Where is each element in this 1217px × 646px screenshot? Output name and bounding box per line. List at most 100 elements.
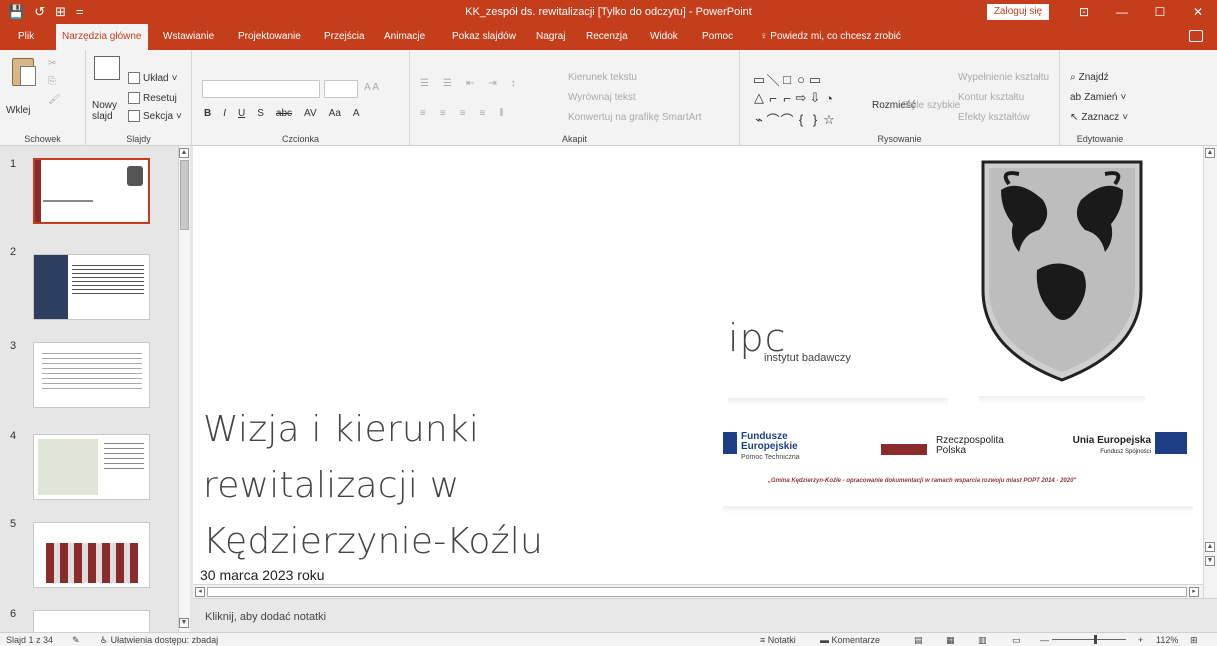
zoom-out-button[interactable]: — bbox=[1040, 634, 1049, 646]
cut-icon[interactable]: ✂ bbox=[48, 58, 56, 69]
scroll-down-arrow[interactable]: ▼ bbox=[179, 618, 189, 628]
tab-help[interactable]: Pomoc bbox=[696, 24, 739, 50]
fit-to-window-icon[interactable]: ⊞ bbox=[1190, 634, 1198, 646]
zoom-level[interactable]: 112% bbox=[1156, 634, 1178, 646]
scroll-up-arrow[interactable]: ▲ bbox=[179, 148, 189, 158]
slides-group-label: Slajdy bbox=[126, 134, 151, 144]
columns-icon[interactable]: ⫴ bbox=[499, 108, 503, 119]
star-icon bbox=[723, 432, 737, 454]
notes-pane[interactable]: Kliknij, aby dodać notatki bbox=[193, 598, 1217, 632]
slide-thumbnail-1[interactable] bbox=[33, 158, 150, 224]
comments-toggle[interactable]: ▬ Komentarze bbox=[820, 634, 880, 646]
numbering-icon[interactable]: ☰ bbox=[443, 78, 452, 89]
slide-thumbnail-2[interactable] bbox=[33, 254, 150, 320]
ribbon-display-icon[interactable]: ⊡ bbox=[1065, 0, 1103, 24]
tab-slideshow[interactable]: Pokaz slajdów bbox=[446, 24, 522, 50]
shape-fill-button[interactable]: Wypełnienie kształtu bbox=[958, 72, 1049, 83]
zoom-slider-knob[interactable] bbox=[1094, 635, 1097, 644]
next-slide-arrow[interactable]: ▼ bbox=[1205, 556, 1215, 566]
close-icon[interactable]: ✕ bbox=[1179, 0, 1217, 24]
slide-title[interactable]: Wizja i kierunki rewitalizacji w Kędzier… bbox=[203, 402, 543, 570]
shape-outline-button[interactable]: Kontur kształtu bbox=[958, 92, 1024, 103]
accessibility-button[interactable]: ♿ Ułatwienia dostępu: zbadaj bbox=[100, 634, 218, 646]
shapes-gallery-row3[interactable]: ⌁ ⌒ ⌒{} ☆ bbox=[752, 110, 836, 129]
select-button[interactable]: ↖ Zaznacz ˅ bbox=[1070, 112, 1128, 123]
italic-button[interactable]: I bbox=[223, 108, 226, 119]
text-direction-button[interactable]: Kierunek tekstu bbox=[568, 72, 637, 83]
change-case-button[interactable]: Aa bbox=[329, 108, 341, 119]
tab-transitions[interactable]: Przejścia bbox=[318, 24, 371, 50]
align-right-icon[interactable]: ≡ bbox=[460, 108, 466, 119]
tab-home[interactable]: Narzędzia główne bbox=[56, 24, 148, 50]
line-spacing-icon[interactable]: ↕ bbox=[511, 78, 516, 89]
reset-button[interactable]: Resetuj bbox=[128, 92, 177, 104]
format-painter-icon[interactable]: 🖌 bbox=[48, 94, 61, 105]
notes-toggle[interactable]: ≡ Notatki bbox=[760, 634, 796, 646]
slide-date[interactable]: 30 marca 2023 roku bbox=[200, 567, 325, 583]
section-button[interactable]: Sekcja ˅ bbox=[128, 110, 182, 122]
layout-button[interactable]: Układ ˅ bbox=[128, 72, 177, 84]
slide-sorter-icon[interactable]: ▦ bbox=[946, 634, 955, 646]
zoom-slider-track[interactable] bbox=[1052, 639, 1126, 640]
indent-icon[interactable]: ⇤ bbox=[466, 78, 474, 89]
new-slide-icon[interactable] bbox=[94, 56, 120, 80]
quick-styles-button[interactable]: Style szybkie bbox=[902, 100, 960, 111]
font-color-button[interactable]: A bbox=[353, 108, 360, 119]
align-left-icon[interactable]: ≡ bbox=[420, 108, 426, 119]
bullets-icon[interactable]: ☰ bbox=[420, 78, 429, 89]
tab-review[interactable]: Recenzja bbox=[580, 24, 634, 50]
vertical-scrollbar[interactable]: ▲ ▲ ▼ bbox=[1203, 146, 1217, 598]
reading-view-icon[interactable]: ▥ bbox=[978, 634, 987, 646]
scroll-track[interactable] bbox=[207, 587, 1187, 597]
scroll-left-arrow[interactable]: ◂ bbox=[195, 587, 205, 597]
shapes-gallery[interactable]: ▭ ＼ □ ○ ▭ bbox=[752, 70, 822, 89]
find-button[interactable]: ⌕ Znajdź bbox=[1070, 72, 1109, 83]
login-button[interactable]: Zaloguj się bbox=[987, 4, 1049, 20]
align-text-button[interactable]: Wyrównaj tekst bbox=[568, 92, 636, 103]
slide-thumbnail-4[interactable] bbox=[33, 434, 150, 500]
scroll-thumb[interactable] bbox=[180, 160, 189, 230]
align-center-icon[interactable]: ≡ bbox=[440, 108, 446, 119]
slide-thumbnail-5[interactable] bbox=[33, 522, 150, 588]
tab-record[interactable]: Nagraj bbox=[530, 24, 571, 50]
font-group-label: Czcionka bbox=[281, 134, 319, 144]
scroll-right-arrow[interactable]: ▸ bbox=[1189, 587, 1199, 597]
normal-view-icon[interactable]: ▤ bbox=[914, 634, 923, 646]
strikethrough-button[interactable]: abc bbox=[276, 108, 292, 119]
bold-button[interactable]: B bbox=[204, 108, 211, 119]
tab-view[interactable]: Widok bbox=[644, 24, 684, 50]
justify-icon[interactable]: ≡ bbox=[480, 108, 486, 119]
scroll-up-arrow[interactable]: ▲ bbox=[1205, 148, 1215, 158]
tab-file[interactable]: Plik bbox=[12, 24, 40, 50]
shape-effects-button[interactable]: Efekty kształtów bbox=[958, 112, 1030, 123]
tab-animations[interactable]: Animacje bbox=[378, 24, 431, 50]
spellcheck-icon[interactable]: ✎ bbox=[72, 634, 80, 646]
zoom-in-button[interactable]: + bbox=[1138, 634, 1143, 646]
shadow-button[interactable]: S bbox=[257, 108, 264, 119]
slide-editor[interactable]: Wizja i kierunki rewitalizacji w Kędzier… bbox=[193, 146, 1203, 584]
slide-thumbnail-6[interactable] bbox=[33, 610, 150, 632]
outdent-icon[interactable]: ⇥ bbox=[488, 78, 496, 89]
font-name-box[interactable] bbox=[202, 80, 320, 98]
char-spacing-button[interactable]: AV bbox=[304, 108, 317, 119]
font-size-box[interactable] bbox=[324, 80, 358, 98]
underline-button[interactable]: U bbox=[238, 108, 245, 119]
copy-icon[interactable]: ⎘ bbox=[48, 76, 56, 87]
smartart-button[interactable]: Konwertuj na grafikę SmartArt bbox=[568, 112, 701, 123]
new-slide-button[interactable]: Nowy slajd bbox=[92, 100, 122, 122]
minimize-icon[interactable]: — bbox=[1103, 0, 1141, 24]
maximize-icon[interactable]: ☐ bbox=[1141, 0, 1179, 24]
shapes-gallery-row2[interactable]: △ ⌐ ⌐ ⇨ ⇩ ◔ bbox=[752, 90, 836, 106]
tab-insert[interactable]: Wstawianie bbox=[157, 24, 220, 50]
slide-thumbnail-3[interactable] bbox=[33, 342, 150, 408]
font-size-adjust[interactable]: A A bbox=[364, 82, 379, 93]
thumbnails-scrollbar[interactable]: ▲ ▼ bbox=[178, 146, 190, 632]
replace-button[interactable]: ab Zamień ˅ bbox=[1070, 92, 1126, 103]
slideshow-icon[interactable]: ▭ bbox=[1012, 634, 1021, 646]
tell-me-search[interactable]: ♀ Powiedz mi, co chcesz zrobić bbox=[760, 24, 901, 50]
comments-icon[interactable] bbox=[1189, 30, 1203, 42]
horizontal-scrollbar[interactable]: ◂ ▸ bbox=[193, 584, 1203, 598]
paste-button[interactable] bbox=[8, 56, 38, 90]
prev-slide-arrow[interactable]: ▲ bbox=[1205, 542, 1215, 552]
tab-design[interactable]: Projektowanie bbox=[232, 24, 307, 50]
